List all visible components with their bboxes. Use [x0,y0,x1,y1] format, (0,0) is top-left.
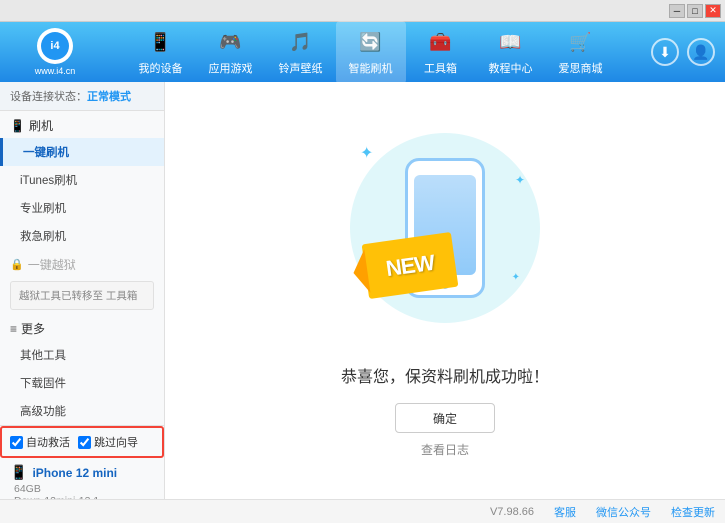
jailbreak-section-label: 一键越狱 [28,256,76,273]
nav-apps-games[interactable]: 🎮 应用游戏 [196,21,266,84]
device-system: Down-12mini-13,1 [10,495,154,499]
ringtones-icon: 🎵 [287,29,315,57]
bottom-bar: V7.98.66 客服 微信公众号 检查更新 [0,499,725,523]
nav-mall-label: 爱思商城 [559,60,603,76]
sparkle-3: ✦ [512,272,520,283]
jailbreak-section-header: 🔒 一键越狱 [0,250,164,277]
nav-smart-flash[interactable]: 🔄 智能刷机 [336,21,406,84]
jailbreak-info: 越狱工具已转移至 工具箱 [10,281,154,310]
goto-log-link[interactable]: 查看日志 [421,441,469,458]
jailbreak-info-text: 越狱工具已转移至 工具箱 [19,290,137,302]
status-bar: 设备连接状态：正常模式 [0,82,164,111]
sidebar-bottom: 自动救活 跳过向导 📱 iPhone 12 mini 64GB Down-12m… [0,425,164,499]
flash-section-icon: 📱 [10,119,25,133]
logo-circle: i4 [37,28,73,64]
flash-section-header: 📱 刷机 [0,111,164,138]
nav-right: ⬇ 👤 [651,38,715,66]
download-btn[interactable]: ⬇ [651,38,679,66]
close-btn[interactable]: ✕ [705,4,721,18]
skip-wizard-label[interactable]: 跳过向导 [78,434,138,450]
version-info: V7.98.66 [490,506,534,518]
phone-icon: 📱 [10,464,27,481]
logo-area: i4 www.i4.cn [10,28,100,76]
sparkle-2: ✦ [515,173,525,187]
nav-tutorials[interactable]: 📖 教程中心 [476,21,546,84]
sidebar-one-click-flash[interactable]: 一键刷机 [0,138,164,166]
content-area: NEW ✦ ✦ ✦ 恭喜您，保资料刷机成功啦！ 确定 查看日志 [165,82,725,499]
status-label: 设备连接状态： [10,91,87,103]
nav-smart-flash-label: 智能刷机 [349,60,393,76]
device-section: 📱 iPhone 12 mini 64GB Down-12mini-13,1 [0,458,164,499]
checkbox-row: 自动救活 跳过向导 [0,426,164,458]
wechat-link[interactable]: 微信公众号 [596,504,651,520]
mall-icon: 🛒 [567,29,595,57]
nav-tutorials-label: 教程中心 [489,60,533,76]
device-storage: 64GB [10,483,154,495]
account-btn[interactable]: 👤 [687,38,715,66]
device-name: iPhone 12 mini [32,466,117,480]
nav-toolbox-label: 工具箱 [424,60,457,76]
maximize-btn[interactable]: □ [687,4,703,18]
nav-ringtones[interactable]: 🎵 铃声壁纸 [266,21,336,84]
main-area: 设备连接状态：正常模式 📱 刷机 一键刷机 iTunes刷机 专业刷机 救急刷机… [0,82,725,499]
auto-rescue-label[interactable]: 自动救活 [10,434,70,450]
confirm-button[interactable]: 确定 [395,403,495,433]
nav-ringtones-label: 铃声壁纸 [279,60,323,76]
more-section-header: ≡ 更多 [0,314,164,341]
status-value: 正常模式 [87,91,131,103]
customer-service-link[interactable]: 客服 [554,504,576,520]
sidebar-save-flash[interactable]: 救急刷机 [0,222,164,250]
toolbox-icon: 🧰 [427,29,455,57]
nav-my-device-label: 我的设备 [139,60,183,76]
sidebar-download-firm[interactable]: 下载固件 [0,369,164,397]
auto-rescue-checkbox[interactable] [10,436,23,449]
bottom-controls: V7.98.66 客服 微信公众号 检查更新 [490,504,715,520]
flash-section-label: 刷机 [29,117,53,134]
logo-icon: i4 [41,32,69,60]
sidebar-itunes-flash[interactable]: iTunes刷机 [0,166,164,194]
nav-apps-label: 应用游戏 [209,60,253,76]
apps-icon: 🎮 [217,29,245,57]
lock-icon: 🔒 [10,258,24,271]
ribbon-text: NEW [384,249,435,281]
device-icon: 📱 [147,29,175,57]
auto-rescue-text: 自动救活 [26,434,70,450]
check-update-link[interactable]: 检查更新 [671,504,715,520]
success-graphic: NEW ✦ ✦ ✦ [345,123,545,343]
logo-text: www.i4.cn [35,66,76,76]
success-text: 恭喜您，保资料刷机成功啦！ [341,363,549,387]
nav-items: 📱 我的设备 🎮 应用游戏 🎵 铃声壁纸 🔄 智能刷机 🧰 工具箱 📖 教程中心… [100,21,641,84]
sidebar-other-tools[interactable]: 其他工具 [0,341,164,369]
sidebar-pro-flash[interactable]: 专业刷机 [0,194,164,222]
device-icon-row: 📱 iPhone 12 mini [10,464,154,481]
more-section-label: 更多 [21,320,45,337]
smart-flash-icon: 🔄 [357,29,385,57]
tutorials-icon: 📖 [497,29,525,57]
top-nav: i4 www.i4.cn 📱 我的设备 🎮 应用游戏 🎵 铃声壁纸 🔄 智能刷机… [0,22,725,82]
more-section-icon: ≡ [10,322,17,336]
nav-mall[interactable]: 🛒 爱思商城 [546,21,616,84]
minimize-btn[interactable]: ─ [669,4,685,18]
skip-wizard-checkbox[interactable] [78,436,91,449]
title-bar: ─ □ ✕ [0,0,725,22]
skip-wizard-text: 跳过向导 [94,434,138,450]
nav-toolbox[interactable]: 🧰 工具箱 [406,21,476,84]
sparkle-1: ✦ [360,143,373,163]
nav-my-device[interactable]: 📱 我的设备 [126,21,196,84]
sidebar: 设备连接状态：正常模式 📱 刷机 一键刷机 iTunes刷机 专业刷机 救急刷机… [0,82,165,499]
sidebar-advanced[interactable]: 高级功能 [0,397,164,425]
